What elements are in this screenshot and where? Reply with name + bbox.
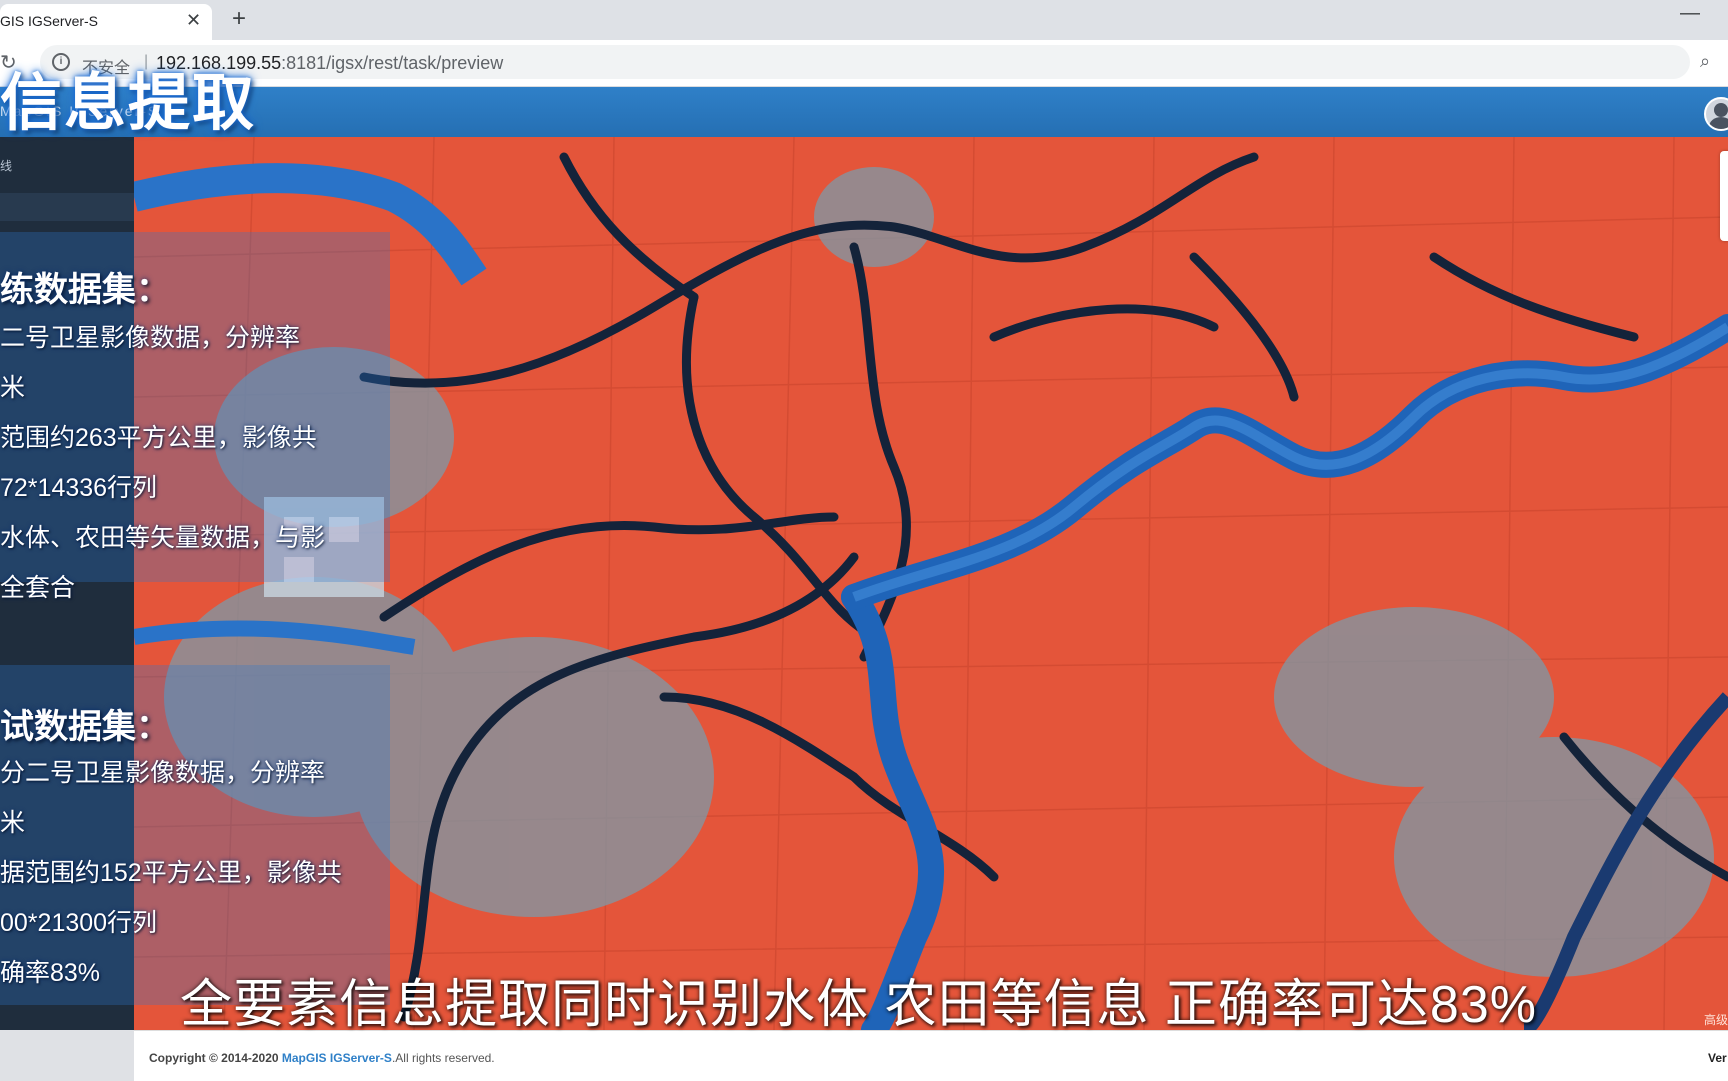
map-attribution: 高级 bbox=[1704, 1013, 1728, 1027]
footer-brand-link[interactable]: MapGIS IGServer-S bbox=[282, 1051, 392, 1065]
user-avatar[interactable] bbox=[1704, 97, 1728, 131]
close-tab-icon[interactable]: ✕ bbox=[186, 10, 201, 31]
copyright: Copyright © 2014-2020 MapGIS IGServer-S.… bbox=[149, 1051, 495, 1065]
map-zoom-controls[interactable] bbox=[1720, 151, 1728, 241]
test-line-3: 据范围约152平方公里，影像共 bbox=[0, 859, 342, 887]
test-line-2: 米 bbox=[0, 809, 26, 837]
zoom-icon[interactable]: ⌕ bbox=[1700, 51, 1710, 72]
version-label: Ver bbox=[1708, 1051, 1727, 1065]
browser-tab[interactable]: GIS IGServer-S ✕ bbox=[0, 4, 212, 40]
address-bar[interactable]: i 不安全 | 192.168.199.55:8181/igsx/rest/ta… bbox=[40, 45, 1710, 79]
training-dataset-panel: 练数据集： 二号卫星影像数据，分辨率 米 范围约263平方公里，影像共 72*1… bbox=[0, 232, 390, 602]
rights-text: .All rights reserved. bbox=[391, 1051, 495, 1065]
browser-toolbar: ↻ i 不安全 | 192.168.199.55:8181/igsx/rest/… bbox=[0, 40, 1728, 87]
test-line-4: 00*21300行列 bbox=[0, 909, 158, 937]
sidebar-active-strip bbox=[0, 193, 134, 221]
url-path: :8181/igsx/rest/task/preview bbox=[281, 53, 504, 73]
overlay-title: 信息提取 bbox=[0, 69, 257, 138]
app-footer: Copyright © 2014-2020 MapGIS IGServer-S.… bbox=[134, 1030, 1728, 1081]
test-heading: 试数据集： bbox=[0, 708, 170, 746]
new-tab-plus-icon[interactable]: + bbox=[232, 5, 246, 33]
copyright-prefix: Copyright © 2014-2020 bbox=[149, 1051, 282, 1065]
training-line-1: 二号卫星影像数据，分辨率 bbox=[0, 324, 301, 352]
video-subtitle: 全要素信息提取同时识别水体 农田等信息 正确率可达83% bbox=[180, 976, 1537, 1034]
tab-title: GIS IGServer-S bbox=[0, 13, 99, 29]
training-line-4: 72*14336行列 bbox=[0, 474, 158, 502]
training-line-5: 水体、农田等矢量数据，与影 bbox=[0, 524, 326, 552]
sidebar-item-line[interactable]: 线 bbox=[0, 157, 12, 174]
test-line-5: 确率83% bbox=[0, 959, 101, 987]
training-heading: 练数据集： bbox=[0, 271, 170, 309]
app-header: MapGIS IGServer-S bbox=[0, 87, 1728, 137]
test-dataset-panel: 试数据集： 分二号卫星影像数据，分辨率 米 据范围约152平方公里，影像共 00… bbox=[0, 665, 390, 1005]
browser-tab-strip: GIS IGServer-S ✕ + — bbox=[0, 0, 1728, 40]
test-line-1: 分二号卫星影像数据，分辨率 bbox=[0, 759, 326, 787]
minimize-window-icon[interactable]: — bbox=[1680, 2, 1700, 25]
training-line-3: 范围约263平方公里，影像共 bbox=[0, 424, 317, 452]
training-line-6: 全套合 bbox=[0, 574, 76, 602]
training-line-2: 米 bbox=[0, 374, 26, 402]
